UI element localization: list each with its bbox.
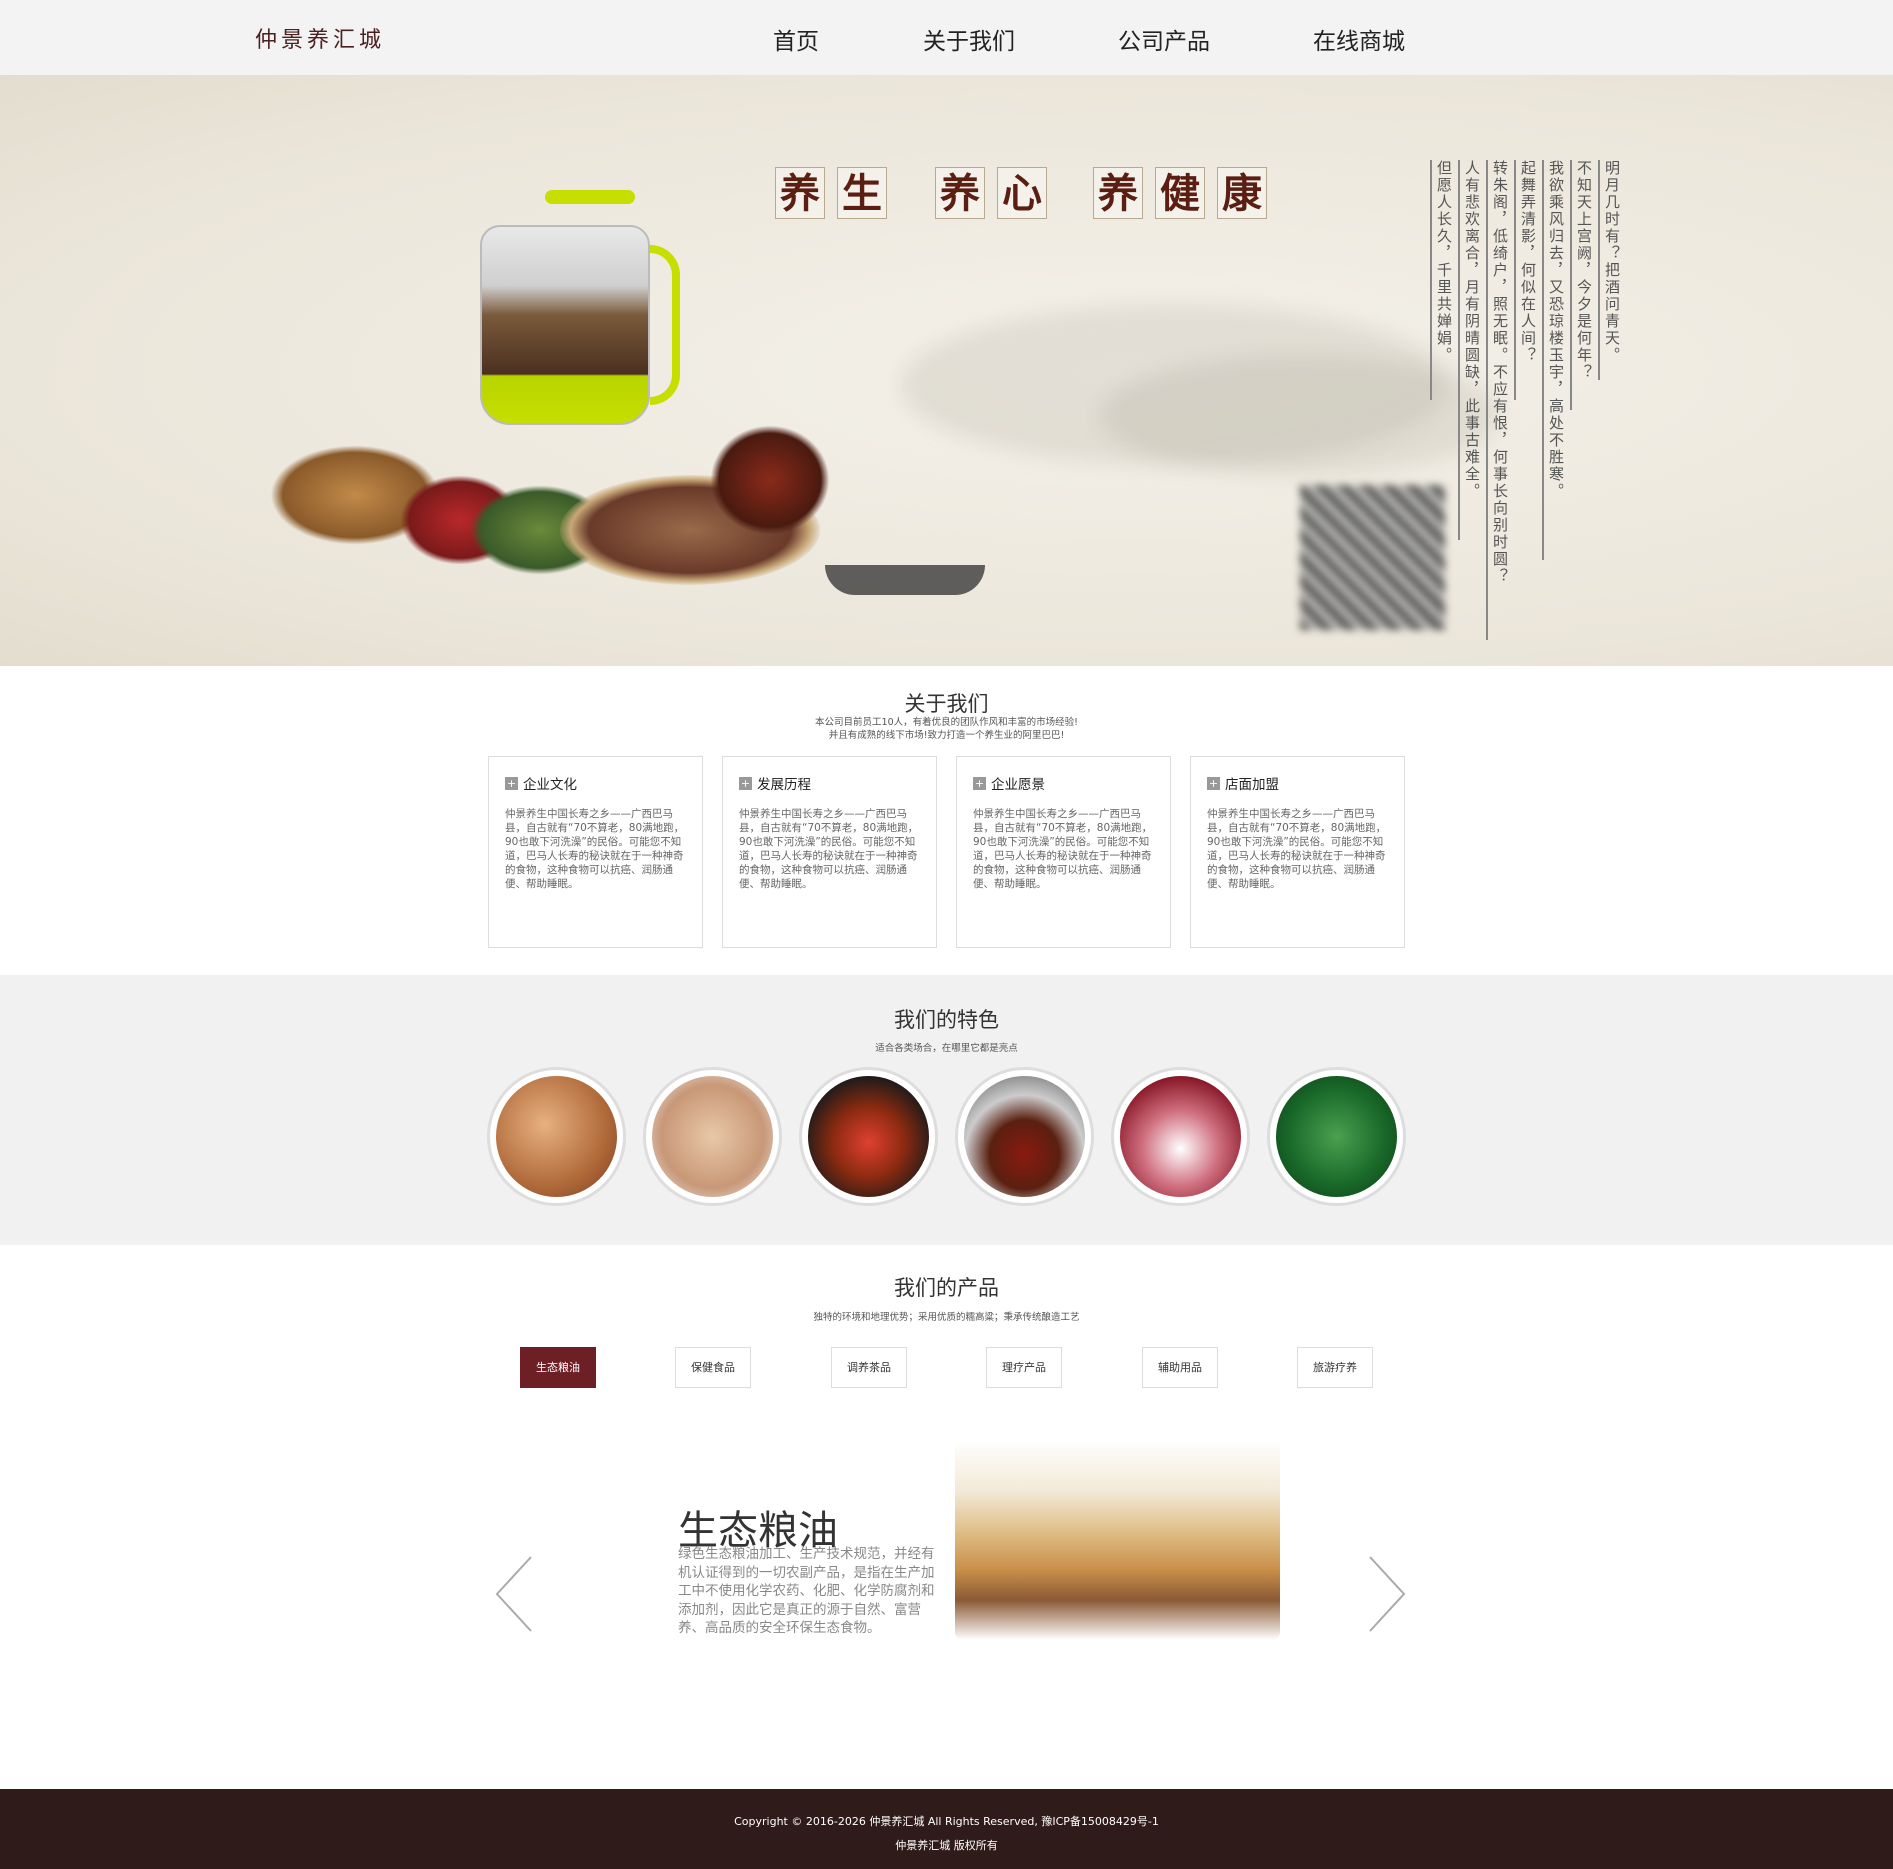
card-text: 仲景养生中国长寿之乡——广西巴马县，自古就有“70不算老，80满地跑，90也敢下…: [973, 808, 1153, 890]
nav-home[interactable]: 首页: [773, 22, 819, 56]
about-subtitle-line: 本公司目前员工10人，有着优良的团队作风和丰富的市场经验!: [815, 717, 1078, 728]
feature-image-cordyceps[interactable]: [487, 1067, 626, 1206]
teapot-image: [470, 185, 680, 465]
tab-travel[interactable]: 旅游疗养: [1297, 1347, 1373, 1388]
product-image-grains: [955, 1440, 1280, 1640]
features-subtitle: 适合各类场合，在哪里它都是亮点: [875, 1043, 1018, 1054]
feature-image-yoga[interactable]: [1267, 1067, 1406, 1206]
footer-rights: 仲景养汇城 版权所有: [895, 1839, 998, 1852]
product-description: 绿色生态粮油加工、生产技术规范，并经有机认证得到的一切农副产品，是指在生产加工中…: [678, 1546, 935, 1636]
tab-grain-oil[interactable]: 生态粮油: [520, 1347, 596, 1388]
plus-icon: +: [1207, 776, 1220, 790]
prev-arrow-icon[interactable]: [495, 1555, 535, 1633]
card-text: 仲景养生中国长寿之乡——广西巴马县，自古就有“70不算老，80满地跑，90也敢下…: [1207, 808, 1387, 890]
hero-title-char: 养: [935, 167, 985, 219]
herbs-image: [270, 425, 850, 595]
about-card[interactable]: + 企业愿景 仲景养生中国长寿之乡——广西巴马县，自古就有“70不算老，80满地跑…: [956, 756, 1171, 948]
feature-image-clothing[interactable]: [643, 1067, 782, 1206]
about-card[interactable]: + 企业文化 仲景养生中国长寿之乡——广西巴马县，自古就有“70不算老，80满地跑…: [488, 756, 703, 948]
poem-line: 转朱阁，低绮户，照无眠。不应有恨，何事长向别时圆？: [1486, 160, 1511, 640]
hero-title-char: 养: [775, 167, 825, 219]
plus-icon: +: [505, 776, 518, 790]
feature-image-tea[interactable]: [955, 1067, 1094, 1206]
hero-title-char: 康: [1217, 167, 1267, 219]
feature-image-juicer[interactable]: [799, 1067, 938, 1206]
tab-tea[interactable]: 调养茶品: [831, 1347, 907, 1388]
poem-line: 人有悲欢离合，月有阴晴圆缺，此事古难全。: [1458, 160, 1483, 540]
poem-line: 我欲乘风归去，又恐琼楼玉宇，高处不胜寒。: [1542, 160, 1567, 560]
hero-title-char: 心: [997, 167, 1047, 219]
hero-banner: 养 生 养 心 养 健 康 明月几时有？把酒问青天。 不知天上宫阙，今夕是何年？…: [0, 75, 1893, 666]
products-subtitle: 独特的环境和地理优势；采用优质的糯高粱；秉承传统酿造工艺: [813, 1312, 1080, 1323]
boat-image: [825, 565, 985, 595]
footer: Copyright © 2016-2026 仲景养汇城 All Rights R…: [0, 1789, 1893, 1869]
about-card[interactable]: + 发展历程 仲景养生中国长寿之乡——广西巴马县，自古就有“70不算老，80满地跑…: [722, 756, 937, 948]
card-title: 企业愿景: [991, 777, 1045, 793]
nav-products[interactable]: 公司产品: [1118, 22, 1210, 56]
poem-line: 起舞弄清影，何似在人间？: [1514, 160, 1539, 400]
poem-line: 不知天上宫阙，今夕是何年？: [1570, 160, 1595, 410]
poem-line: 但愿人长久，千里共婵娟。: [1430, 160, 1455, 400]
hero-title-char: 生: [837, 167, 887, 219]
features-title: 我们的特色: [894, 1008, 999, 1032]
next-arrow-icon[interactable]: [1366, 1555, 1406, 1633]
plus-icon: +: [739, 776, 752, 790]
card-title: 发展历程: [757, 777, 811, 793]
products-title: 我们的产品: [894, 1276, 999, 1300]
about-card[interactable]: + 店面加盟 仲景养生中国长寿之乡——广西巴马县，自古就有“70不算老，80满地跑…: [1190, 756, 1405, 948]
qr-code: [1300, 485, 1445, 630]
logo[interactable]: 仲景养汇城: [255, 22, 385, 54]
card-text: 仲景养生中国长寿之乡——广西巴马县，自古就有“70不算老，80满地跑，90也敢下…: [739, 808, 919, 890]
card-title: 店面加盟: [1225, 777, 1279, 793]
about-title: 关于我们: [904, 692, 989, 716]
about-subtitle-line: 并且有成熟的线下市场!致力打造一个养生业的阿里巴巴!: [828, 730, 1065, 741]
card-text: 仲景养生中国长寿之乡——广西巴马县，自古就有“70不算老，80满地跑，90也敢下…: [505, 808, 685, 890]
nav-shop[interactable]: 在线商城: [1313, 22, 1405, 56]
nav-about[interactable]: 关于我们: [923, 22, 1015, 56]
tab-accessories[interactable]: 辅助用品: [1142, 1347, 1218, 1388]
card-title: 企业文化: [523, 777, 577, 793]
tab-therapy[interactable]: 理疗产品: [986, 1347, 1062, 1388]
footer-copyright: Copyright © 2016-2026 仲景养汇城 All Rights R…: [734, 1815, 1159, 1828]
feature-image-gift-box[interactable]: [1111, 1067, 1250, 1206]
hero-title-char: 健: [1155, 167, 1205, 219]
hero-title-char: 养: [1093, 167, 1143, 219]
tab-health-food[interactable]: 保健食品: [675, 1347, 751, 1388]
header: 仲景养汇城 首页 关于我们 公司产品 在线商城: [0, 0, 1893, 75]
poem-line: 明月几时有？把酒问青天。: [1598, 160, 1623, 380]
plus-icon: +: [973, 776, 986, 790]
